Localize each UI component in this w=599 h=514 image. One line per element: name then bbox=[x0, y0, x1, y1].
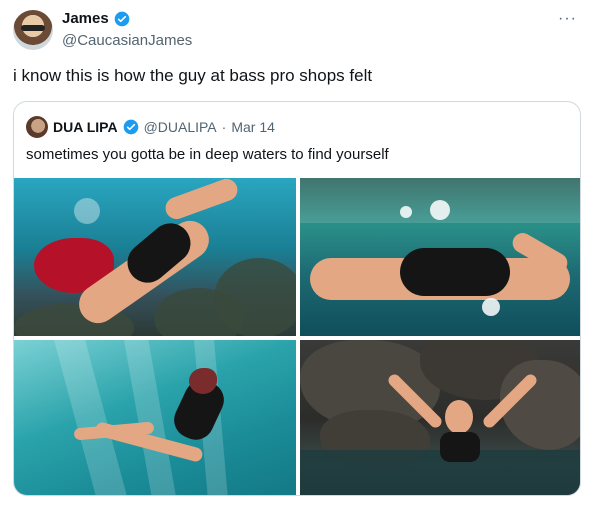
quoted-author-avatar[interactable] bbox=[26, 116, 48, 138]
tweet-text: i know this is how the guy at bass pro s… bbox=[13, 66, 373, 85]
more-options-icon[interactable]: ··· bbox=[558, 10, 577, 28]
quoted-tweet[interactable]: DUA LIPA @DUALIPA · Mar 14 sometimes you… bbox=[13, 101, 581, 496]
media-photo-1[interactable] bbox=[14, 178, 296, 336]
quoted-tweet-date[interactable]: Mar 14 bbox=[231, 119, 275, 135]
media-photo-3[interactable] bbox=[14, 340, 296, 495]
quoted-tweet-header: DUA LIPA @DUALIPA · Mar 14 bbox=[26, 116, 275, 138]
media-photo-4[interactable] bbox=[300, 340, 580, 495]
media-photo-2[interactable] bbox=[300, 178, 580, 336]
separator-dot: · bbox=[221, 119, 227, 135]
quoted-author-handle[interactable]: @DUALIPA bbox=[144, 119, 217, 135]
verified-badge-icon bbox=[114, 11, 130, 26]
quoted-author-name[interactable]: DUA LIPA bbox=[53, 119, 118, 135]
avatar-glasses bbox=[21, 25, 45, 31]
quoted-tweet-text: sometimes you gotta be in deep waters to… bbox=[26, 146, 389, 163]
media-grid bbox=[14, 178, 580, 495]
author-avatar[interactable] bbox=[13, 10, 53, 50]
verified-badge-icon bbox=[123, 119, 138, 135]
author-name-row: James bbox=[62, 10, 130, 27]
author-name[interactable]: James bbox=[62, 10, 109, 27]
author-handle[interactable]: @CaucasianJames bbox=[62, 32, 192, 49]
